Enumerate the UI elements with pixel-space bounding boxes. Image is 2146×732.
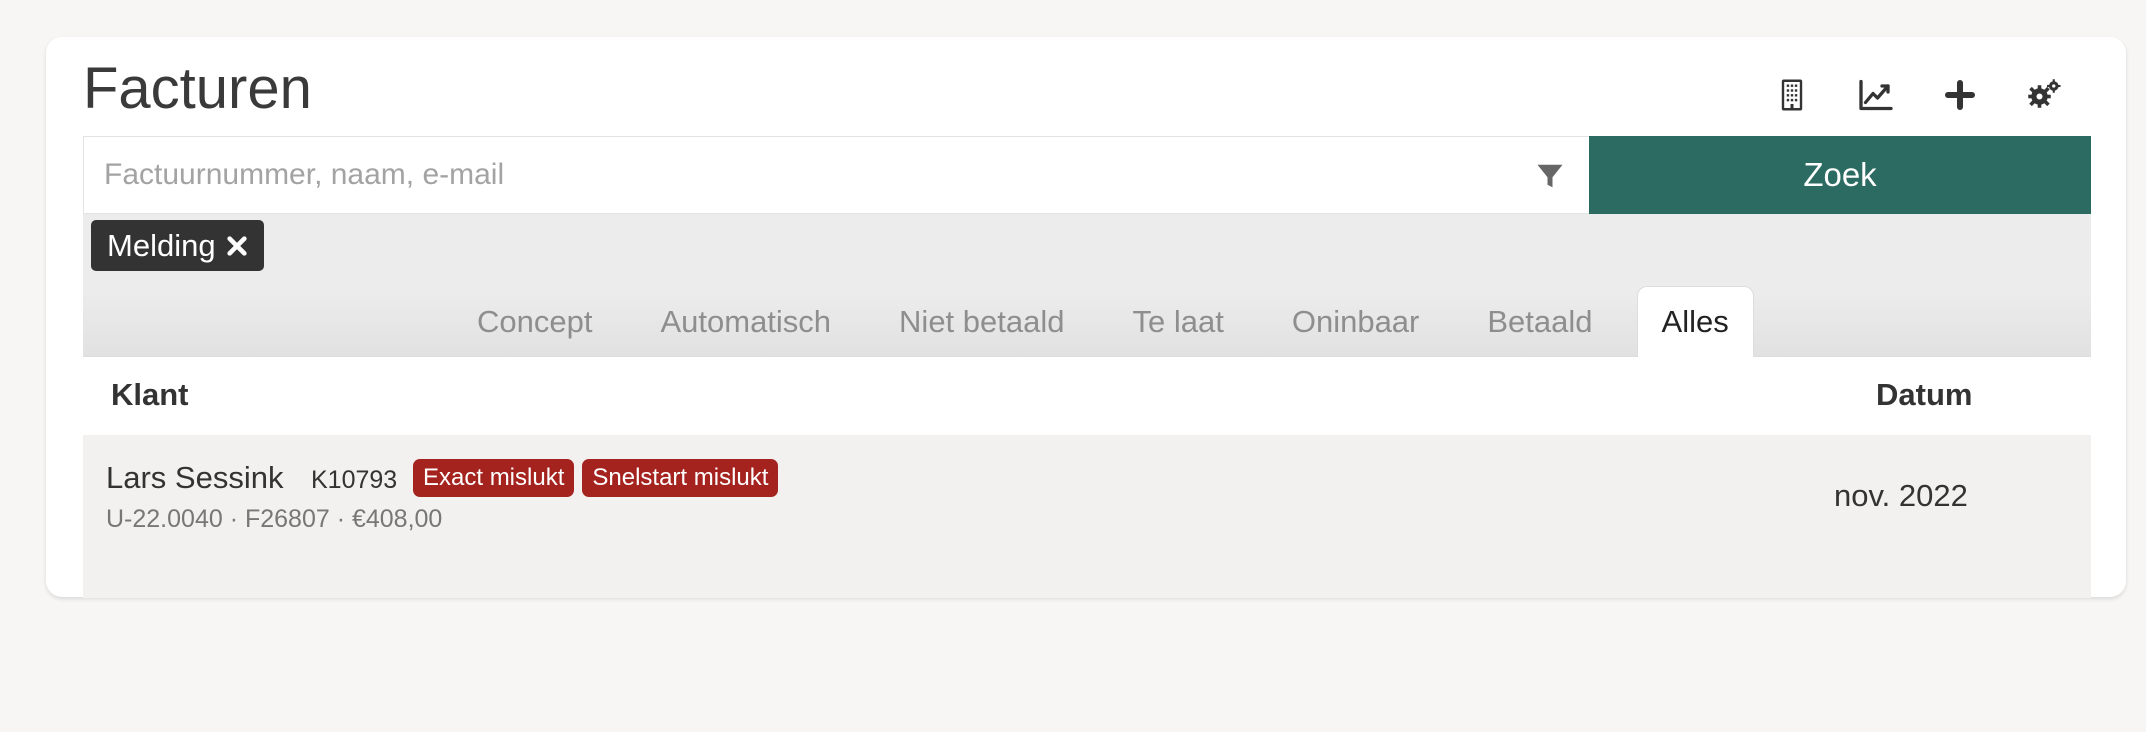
- filter-icon[interactable]: [1535, 161, 1565, 191]
- page-title: Facturen: [83, 56, 312, 121]
- tab-oninbaar[interactable]: Oninbaar: [1258, 286, 1454, 357]
- column-header-klant[interactable]: Klant: [111, 377, 189, 413]
- invoice-date: nov. 2022: [1834, 478, 1968, 513]
- close-icon[interactable]: [226, 235, 248, 257]
- status-badges: Exact mislukt Snelstart mislukt: [413, 459, 779, 497]
- status-tabs: Concept Automatisch Niet betaald Te laat…: [443, 286, 1754, 357]
- tab-niet-betaald[interactable]: Niet betaald: [865, 286, 1098, 357]
- statistics-button[interactable]: [1834, 67, 1918, 123]
- table-header: Klant Datum: [83, 357, 2091, 435]
- search-bar: Zoek: [83, 136, 2091, 214]
- status-badge: Snelstart mislukt: [582, 459, 779, 497]
- building-icon: [1781, 79, 1803, 111]
- search-input[interactable]: [84, 137, 1589, 213]
- status-badge: Exact mislukt: [413, 459, 575, 497]
- invoices-card: Facturen Factuurnummer, naam, e-mail Zoe…: [46, 37, 2126, 598]
- column-header-datum[interactable]: Datum: [1876, 377, 1972, 413]
- plus-icon: [1945, 80, 1975, 110]
- customer-code: K10793: [311, 466, 398, 494]
- chart-line-icon: [1859, 79, 1893, 111]
- tab-automatisch[interactable]: Automatisch: [626, 286, 865, 357]
- search-button[interactable]: Zoek: [1589, 136, 2091, 214]
- add-invoice-button[interactable]: [1918, 67, 2002, 123]
- settings-button[interactable]: [2002, 67, 2086, 123]
- cogs-icon: [2028, 79, 2061, 108]
- table-row[interactable]: Lars Sessink K10793 Exact mislukt Snelst…: [83, 435, 2091, 598]
- tab-alles[interactable]: Alles: [1636, 286, 1754, 357]
- tab-concept[interactable]: Concept: [443, 286, 626, 357]
- building-button[interactable]: [1750, 67, 1834, 123]
- tab-te-laat[interactable]: Te laat: [1099, 286, 1258, 357]
- filter-area: Melding Concept Automatisch Niet betaald…: [83, 214, 2091, 357]
- filter-chip-melding[interactable]: Melding: [91, 220, 264, 271]
- filter-chip-label: Melding: [107, 227, 216, 263]
- search-box: [83, 136, 1589, 214]
- customer-name: Lars Sessink: [106, 460, 284, 495]
- invoice-details: U-22.0040 · F26807 · €408,00: [106, 505, 443, 533]
- header-actions: [1750, 67, 2086, 123]
- tab-betaald[interactable]: Betaald: [1453, 286, 1626, 357]
